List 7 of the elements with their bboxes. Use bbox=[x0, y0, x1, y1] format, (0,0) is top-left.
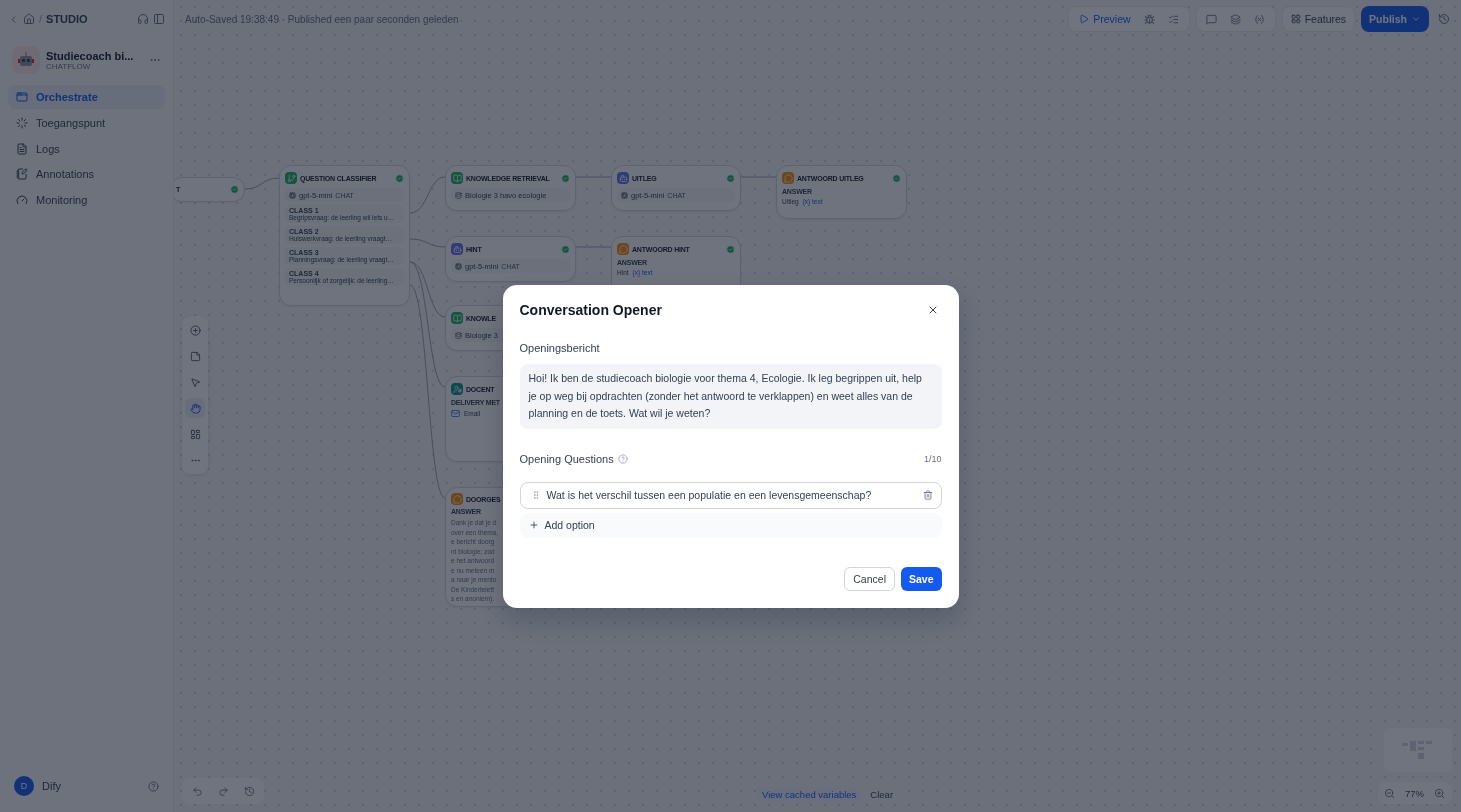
dialog-title: Conversation Opener bbox=[519, 302, 662, 318]
breadcrumb-separator: / bbox=[39, 13, 43, 25]
app-name: Studiecoach bi... bbox=[46, 49, 134, 62]
user-name: Dify bbox=[42, 780, 62, 792]
question-count: 1/10 bbox=[923, 453, 942, 464]
field-label: Openingsbericht bbox=[519, 342, 600, 354]
field-label: Opening Questions bbox=[519, 452, 614, 465]
